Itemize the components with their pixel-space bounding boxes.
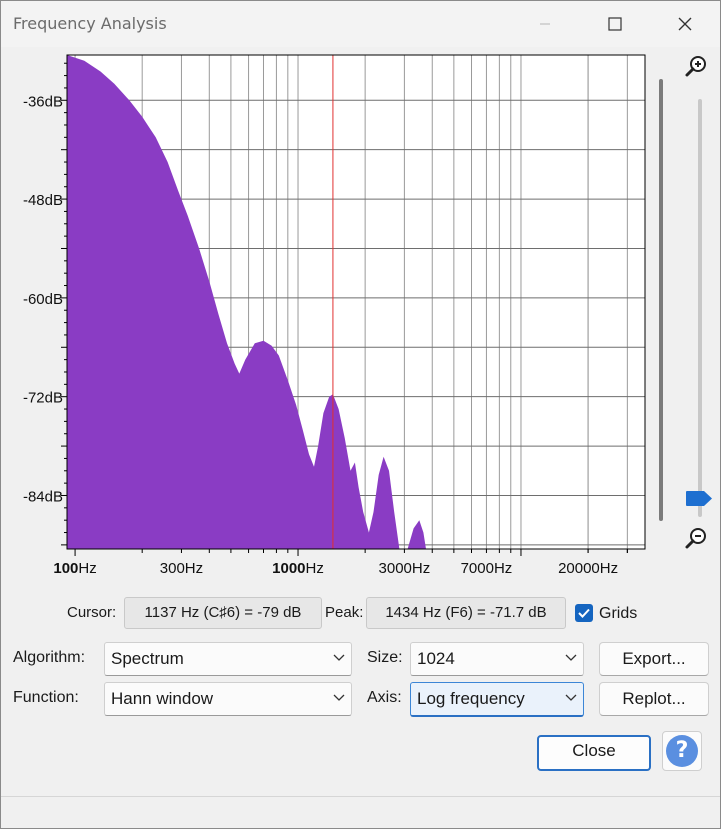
function-value: Hann window <box>111 689 214 708</box>
axis-label: Axis: <box>367 689 402 706</box>
chevron-down-icon <box>333 694 345 701</box>
size-value: 1024 <box>417 649 455 668</box>
function-select[interactable]: Hann window <box>104 682 352 716</box>
checkmark-icon <box>578 608 590 618</box>
algorithm-value: Spectrum <box>111 649 184 668</box>
maximize-button[interactable] <box>595 9 635 39</box>
function-label: Function: <box>13 689 79 706</box>
help-icon: ? <box>666 735 698 767</box>
help-button[interactable]: ? <box>662 731 702 771</box>
chevron-down-icon <box>333 654 345 661</box>
y-tick-label: -60dB <box>23 291 63 308</box>
cursor-label: Cursor: <box>67 604 117 621</box>
x-tick-label: 100Hz <box>53 560 96 577</box>
chevron-down-icon <box>565 694 577 701</box>
x-tick-label: 1000Hz <box>272 560 324 577</box>
status-bar <box>1 796 720 828</box>
y-tick-label: -84dB <box>23 488 63 505</box>
x-tick-label: 300Hz <box>160 560 203 577</box>
spectrum-chart: -36dB -48dB -60dB -72dB -84dB 100Hz 300Hz 1000H… <box>23 54 646 577</box>
grids-checkbox[interactable] <box>575 604 593 622</box>
chevron-down-icon <box>565 654 577 661</box>
minimize-icon <box>540 23 550 25</box>
peak-value-field: 1434 Hz (F6) = -71.7 dB <box>366 597 566 629</box>
zoom-slider-thumb[interactable] <box>685 490 713 507</box>
frequency-analysis-window: Frequency Analysis -36dB -48dB -60dB -72dB -… <box>0 0 721 829</box>
spectrum-plot[interactable]: -36dB -48dB -60dB -72dB -84dB 100Hz 300Hz 1000H… <box>1 49 720 589</box>
algorithm-label: Algorithm: <box>13 649 86 666</box>
grids-label: Grids <box>599 605 638 622</box>
size-select[interactable]: 1024 <box>410 642 584 676</box>
export-button[interactable]: Export... <box>599 642 709 676</box>
peak-label: Peak: <box>325 604 364 621</box>
zoom-slider-track[interactable] <box>698 99 702 517</box>
replot-button[interactable]: Replot... <box>599 682 709 716</box>
close-icon <box>678 17 692 31</box>
y-tick-label: -36dB <box>23 93 63 110</box>
size-label: Size: <box>367 649 403 666</box>
minimize-button[interactable] <box>525 9 565 39</box>
axis-value: Log frequency <box>417 689 525 708</box>
close-button[interactable]: Close <box>537 735 651 771</box>
zoom-out-icon[interactable] <box>684 525 710 551</box>
x-tick-label: 3000Hz <box>379 560 431 577</box>
cursor-value-field: 1137 Hz (C♯6) = -79 dB <box>124 597 322 629</box>
x-tick-label: 7000Hz <box>461 560 513 577</box>
maximize-icon <box>608 17 622 31</box>
y-tick-label: -48dB <box>23 192 63 209</box>
title-bar: Frequency Analysis <box>1 1 720 47</box>
zoom-in-icon[interactable] <box>684 53 710 79</box>
algorithm-select[interactable]: Spectrum <box>104 642 352 676</box>
close-window-button[interactable] <box>665 9 705 39</box>
axis-select[interactable]: Log frequency <box>410 682 584 717</box>
x-tick-label: 20000Hz <box>558 560 618 577</box>
y-tick-label: -72dB <box>23 390 63 407</box>
window-title: Frequency Analysis <box>13 14 167 33</box>
plot-scrollbar[interactable] <box>659 79 663 521</box>
